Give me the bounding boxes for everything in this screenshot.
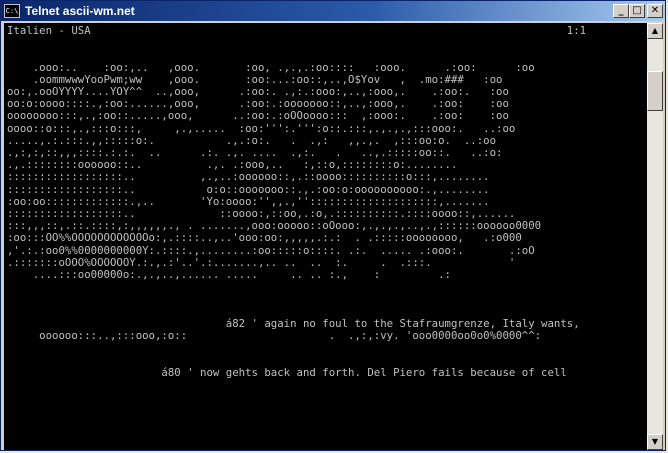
window-title: Telnet ascii-wm.net bbox=[25, 4, 135, 18]
minimize-button[interactable]: _ bbox=[613, 4, 629, 18]
scroll-down-arrow-icon[interactable]: ▼ bbox=[647, 434, 663, 450]
scrollbar-thumb[interactable] bbox=[647, 71, 663, 111]
close-button[interactable]: ✕ bbox=[647, 4, 663, 18]
console-text: Italien - USA 1:1 .ooo:.. :oo:,.. ,ooo. … bbox=[7, 24, 587, 379]
console-output[interactable]: Italien - USA 1:1 .ooo:.. :oo:,.. ,ooo. … bbox=[4, 23, 647, 450]
title-bar[interactable]: C:\ Telnet ascii-wm.net _ □ ✕ bbox=[1, 1, 665, 21]
telnet-window: C:\ Telnet ascii-wm.net _ □ ✕ Italien - … bbox=[0, 0, 666, 451]
scroll-up-arrow-icon[interactable]: ▲ bbox=[647, 23, 663, 39]
vertical-scrollbar[interactable]: ▲ ▼ bbox=[647, 23, 663, 450]
maximize-button[interactable]: □ bbox=[629, 4, 645, 18]
console-app-icon[interactable]: C:\ bbox=[4, 4, 20, 18]
